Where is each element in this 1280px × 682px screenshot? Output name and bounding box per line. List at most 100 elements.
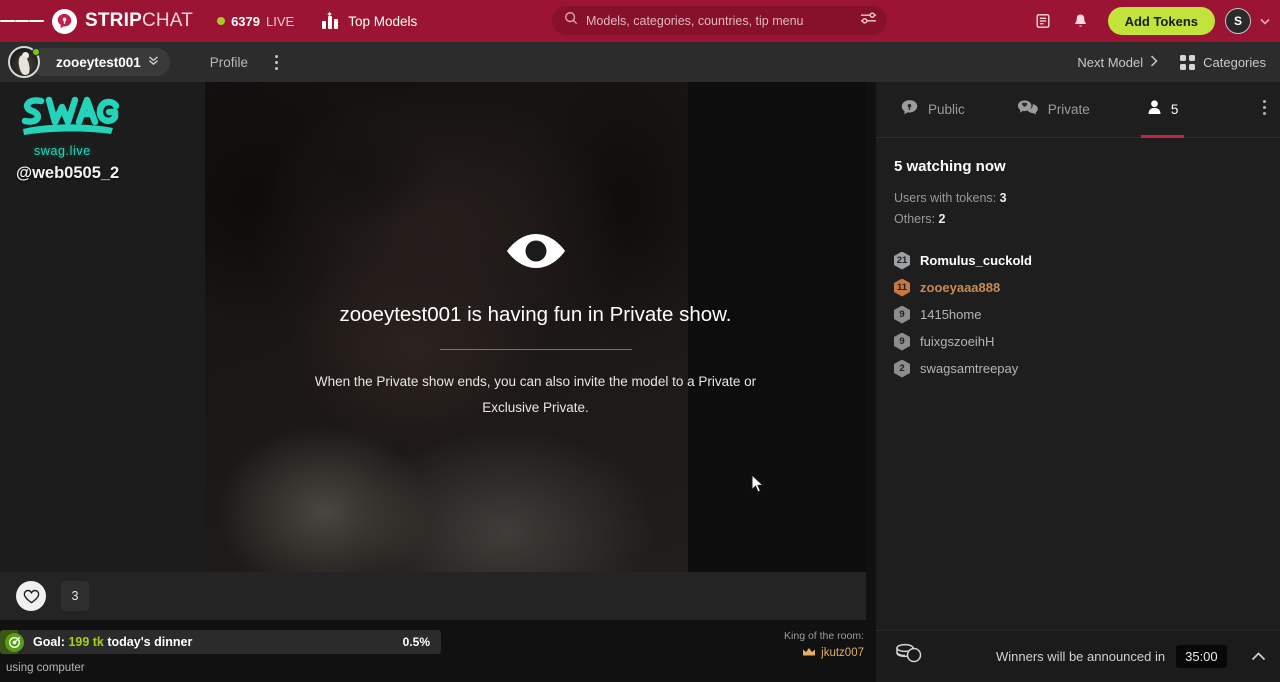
chevron-right-icon xyxy=(1150,54,1158,70)
chat-tabs: Public Private 5 xyxy=(876,82,1280,138)
chat-panel: Public Private 5 5 watching now Users wi… xyxy=(876,82,1280,682)
viewer-name: zooeyaaa888 xyxy=(920,280,1001,295)
token-badge-value: 9 xyxy=(899,309,905,320)
goal-label: Goal: xyxy=(33,635,65,649)
watching-now-title: 5 watching now xyxy=(894,158,1006,175)
messages-icon[interactable] xyxy=(1026,0,1060,42)
stripchat-logo-icon xyxy=(52,8,77,34)
header-actions: Add Tokens S xyxy=(1026,0,1272,42)
left-branding-panel: swag.live @web0505_2 xyxy=(0,82,205,572)
tab-public-label: Public xyxy=(928,102,965,117)
goal-progress-bar[interactable]: Goal: 199 tk today's dinner 0.5% xyxy=(0,630,441,654)
goal-percent: 0.5% xyxy=(402,635,430,649)
top-models-label: Top Models xyxy=(348,13,418,29)
model-name: zooeytest001 xyxy=(56,54,141,70)
coins-icon[interactable] xyxy=(894,641,924,672)
overlay-divider xyxy=(439,349,632,350)
subheader-actions: Next Model Categories xyxy=(1077,42,1266,82)
status-text: using computer xyxy=(6,662,85,674)
notifications-bell-icon[interactable] xyxy=(1064,0,1098,42)
brand-logo[interactable]: STRIPCHAT xyxy=(52,8,193,34)
token-badge: 21 xyxy=(894,251,910,270)
next-model-button[interactable]: Next Model xyxy=(1077,55,1158,70)
viewer-name: fuixgszoeihH xyxy=(920,334,995,349)
private-chat-icon xyxy=(1017,99,1039,121)
viewer-name: 1415home xyxy=(920,307,982,322)
mouse-cursor-icon xyxy=(751,473,765,499)
chevron-double-down-icon[interactable] xyxy=(148,55,159,69)
brand-text: STRIPCHAT xyxy=(85,10,193,32)
chat-more-options-icon[interactable] xyxy=(1263,100,1266,115)
chevron-up-icon[interactable] xyxy=(1251,648,1266,666)
stat-value-others: 2 xyxy=(938,212,946,226)
tab-users-count: 5 xyxy=(1170,102,1179,117)
like-button[interactable] xyxy=(16,581,46,611)
stat-others: Others: 2 xyxy=(894,209,1280,230)
more-options-icon[interactable] xyxy=(264,47,288,77)
goal-text: Goal: 199 tk today's dinner xyxy=(33,635,192,649)
token-badge: 9 xyxy=(894,332,910,351)
grid-icon xyxy=(1180,54,1196,70)
live-counter[interactable]: 6379 LIVE xyxy=(217,14,294,29)
user-avatar[interactable]: S xyxy=(1225,8,1251,34)
winners-announcement-bar: Winners will be announced in 35:00 xyxy=(876,630,1280,682)
filter-icon[interactable] xyxy=(860,11,877,30)
stat-label-tokens: Users with tokens: xyxy=(894,191,997,205)
profile-tab[interactable]: Profile xyxy=(210,55,248,70)
stat-users-with-tokens: Users with tokens: 3 xyxy=(894,188,1280,209)
bar-chart-icon: ✦ xyxy=(322,10,340,29)
chat-bubble-icon xyxy=(900,99,919,121)
hamburger-icon[interactable] xyxy=(0,0,45,42)
tab-private[interactable]: Private xyxy=(1011,82,1096,138)
winners-text: Winners will be announced in xyxy=(996,649,1166,664)
stat-value-tokens: 3 xyxy=(999,191,1007,205)
chevron-down-icon[interactable] xyxy=(1260,12,1270,30)
list-item[interactable]: 21 Romulus_cuckold xyxy=(876,247,1280,274)
video-stage[interactable]: zooeytest001 is having fun in Private sh… xyxy=(205,82,866,572)
list-item[interactable]: 2 swagsamtreepay xyxy=(876,355,1280,382)
goal-description: today's dinner xyxy=(107,635,193,649)
categories-label: Categories xyxy=(1203,54,1266,70)
search-bar[interactable] xyxy=(552,6,887,35)
winners-timer: 35:00 xyxy=(1176,645,1227,668)
user-icon xyxy=(1147,99,1162,120)
tab-public[interactable]: Public xyxy=(894,82,971,138)
viewer-name: Romulus_cuckold xyxy=(920,253,1032,268)
token-badge-value: 9 xyxy=(899,336,905,347)
online-status-dot xyxy=(32,48,40,56)
add-tokens-button[interactable]: Add Tokens xyxy=(1107,7,1215,35)
live-count: 6379 xyxy=(231,13,260,29)
token-badge-value: 2 xyxy=(899,363,905,374)
tab-users[interactable]: 5 xyxy=(1140,82,1185,138)
model-chip[interactable]: zooeytest001 xyxy=(8,46,170,78)
swag-domain-label: swag.live xyxy=(34,144,91,158)
categories-button[interactable]: Categories xyxy=(1180,54,1266,70)
next-model-label: Next Model xyxy=(1077,54,1144,70)
live-label: LIVE xyxy=(266,13,295,29)
private-show-overlay: zooeytest001 is having fun in Private sh… xyxy=(205,82,866,572)
eye-icon xyxy=(505,230,567,277)
goal-amount: 199 tk xyxy=(68,635,104,649)
list-item[interactable]: 11 zooeyaaa888 xyxy=(876,274,1280,301)
token-badge-value: 21 xyxy=(896,255,908,266)
king-label: King of the room: xyxy=(784,630,864,642)
overlay-subtitle: When the Private show ends, you can also… xyxy=(314,374,757,415)
viewer-list: 21 Romulus_cuckold 11 zooeyaaa888 9 1415… xyxy=(876,247,1280,382)
player-control-bar xyxy=(0,572,866,620)
search-input[interactable] xyxy=(586,13,852,28)
search-icon xyxy=(564,11,578,30)
viewer-name: swagsamtreepay xyxy=(920,361,1019,376)
king-name: jkutz007 xyxy=(821,647,864,659)
list-item[interactable]: 9 1415home xyxy=(876,301,1280,328)
model-subheader: zooeytest001 Profile Next Model Categori… xyxy=(0,42,1280,82)
token-badge: 9 xyxy=(894,305,910,324)
king-row[interactable]: jkutz007 xyxy=(784,644,864,662)
crown-icon xyxy=(802,644,816,662)
top-models-nav[interactable]: ✦ Top Models xyxy=(322,10,418,29)
token-badge-value: 11 xyxy=(896,282,908,293)
token-badge: 11 xyxy=(894,278,910,297)
top-header: STRIPCHAT 6379 LIVE ✦ Top Models Models,… xyxy=(0,0,1280,42)
token-badge: 2 xyxy=(894,359,910,378)
swag-handle: @web0505_2 xyxy=(16,164,120,182)
list-item[interactable]: 9 fuixgszoeihH xyxy=(876,328,1280,355)
